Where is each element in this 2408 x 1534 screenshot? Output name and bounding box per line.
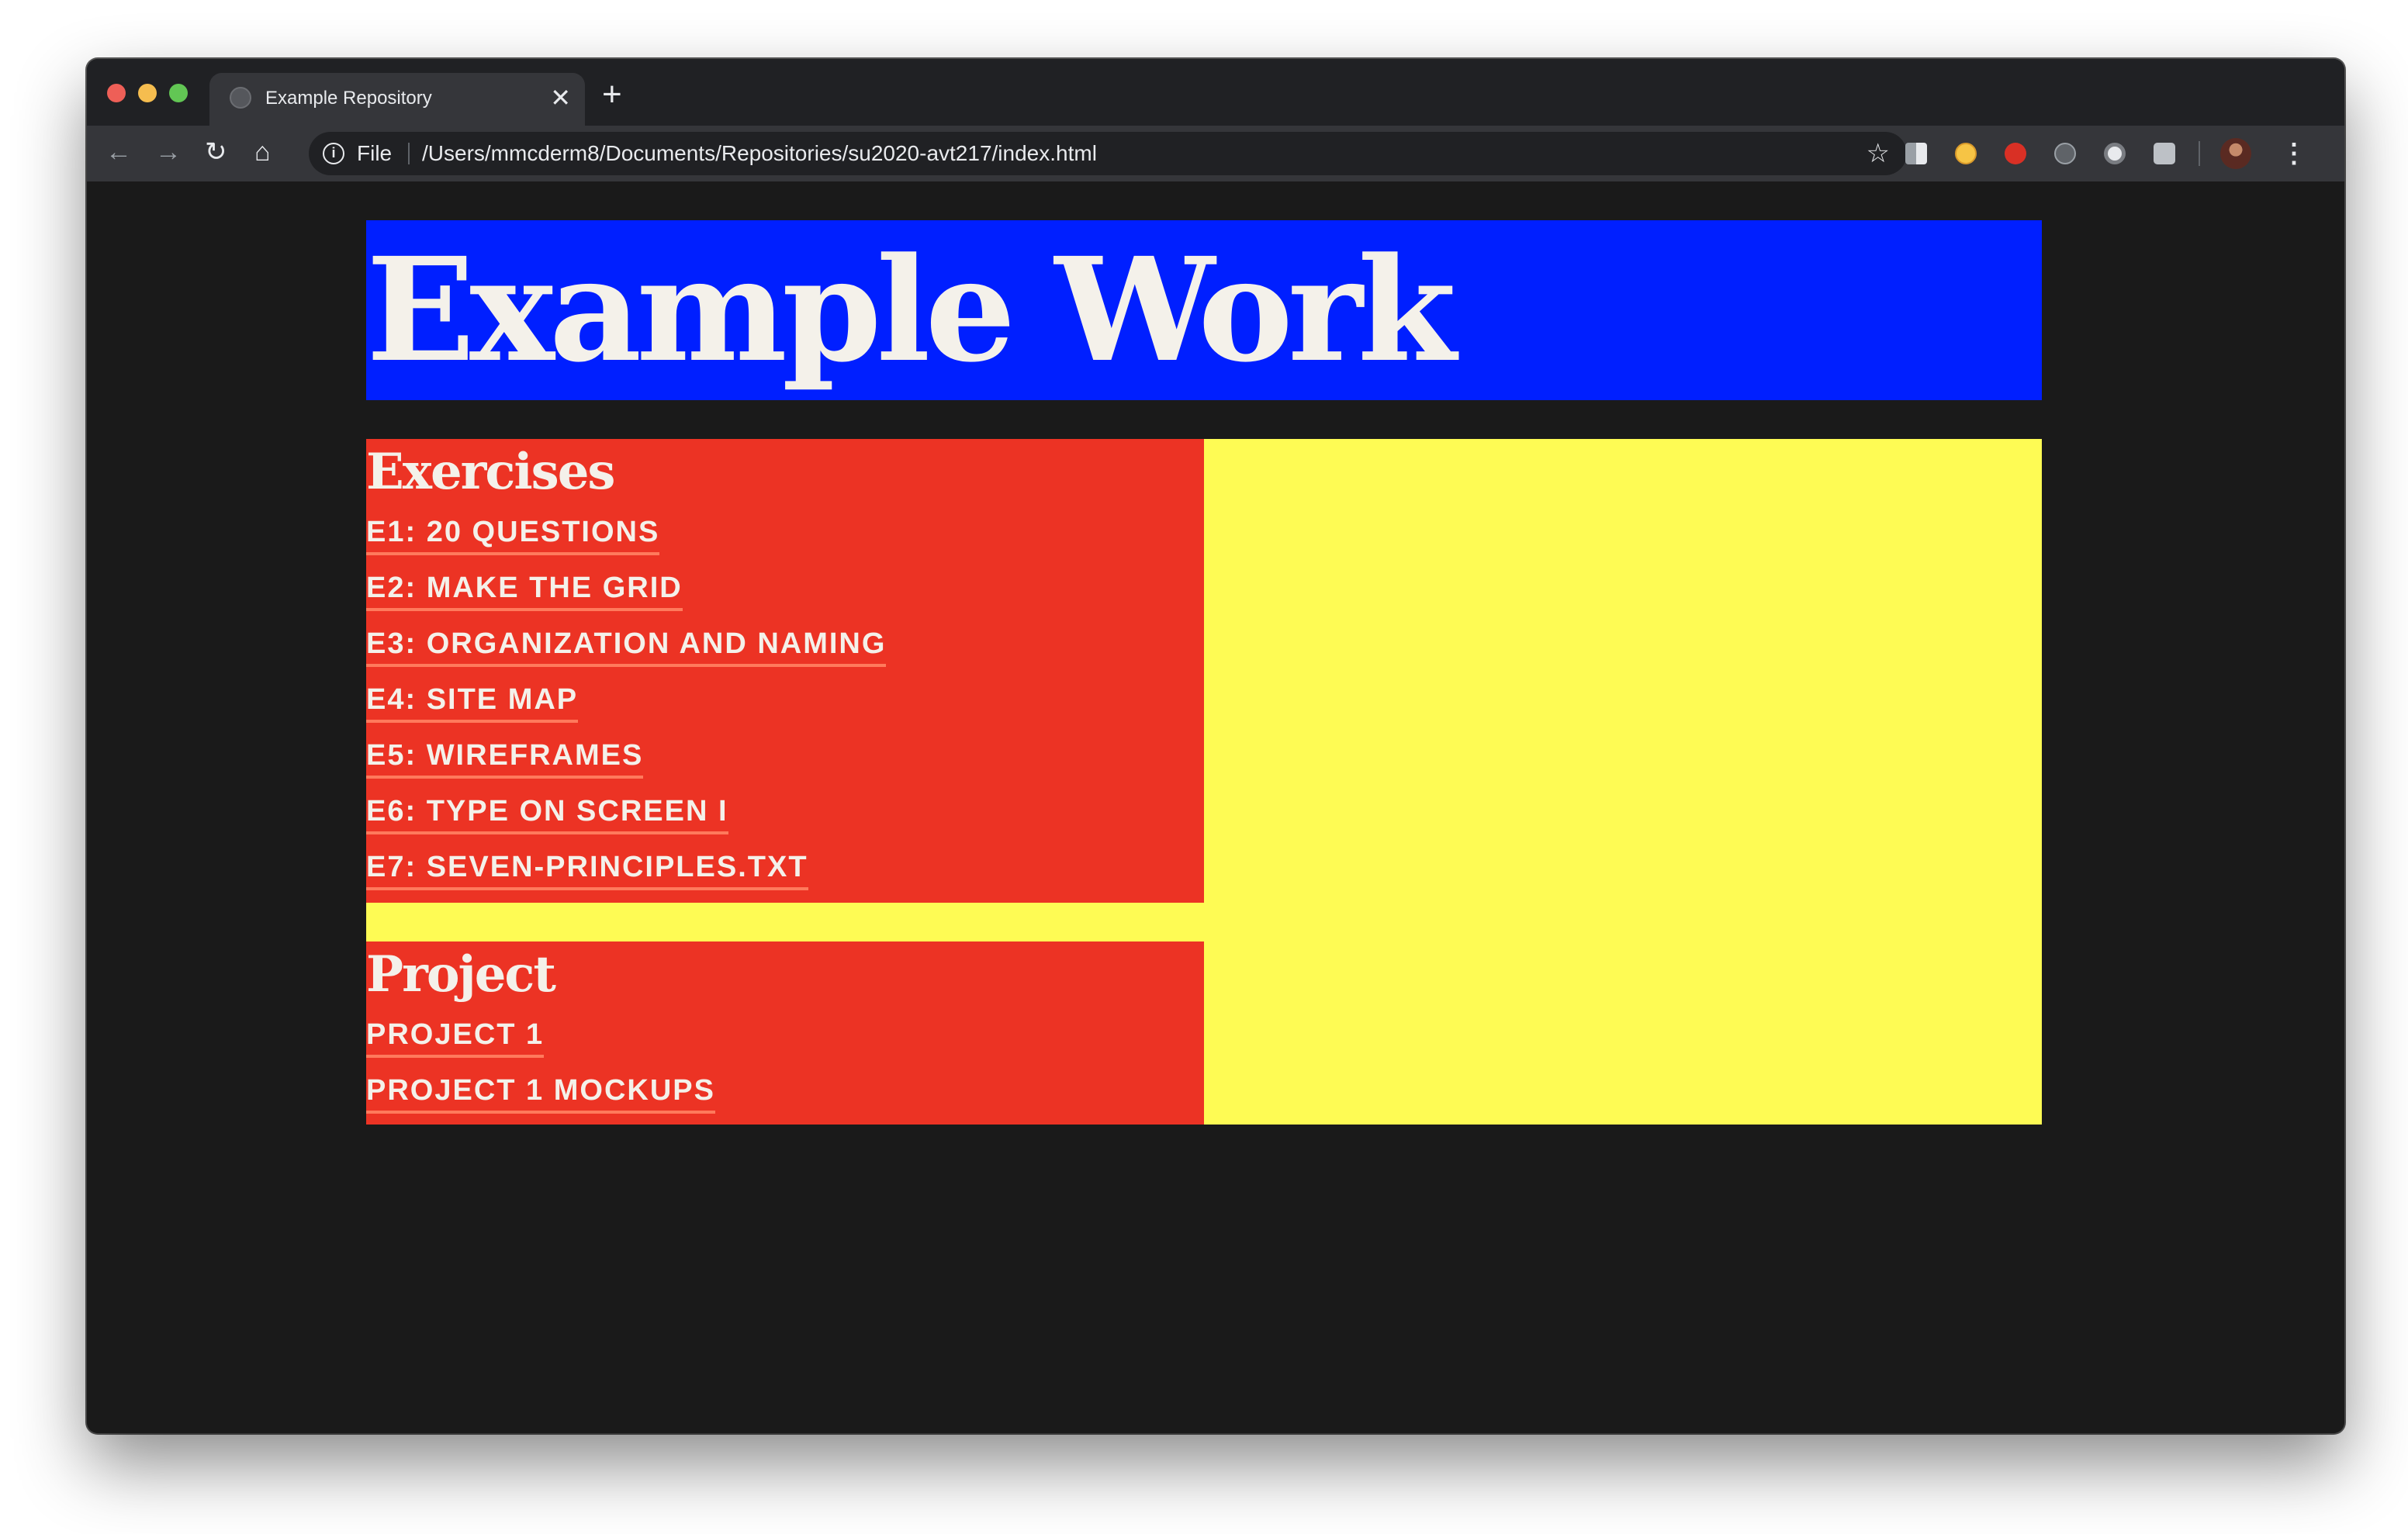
tab-strip: Example Repository ✕ + [87,59,2344,126]
list-item: PROJECT 1 [366,1008,1204,1064]
reload-button[interactable]: ↻ [205,135,227,169]
window-maximize-button[interactable] [169,84,188,102]
vpn-icon[interactable] [2054,143,2076,164]
exercises-list: E1: 20 QUESTIONS E2: MAKE THE GRID E3: O… [366,506,1204,897]
project-list: PROJECT 1 PROJECT 1 MOCKUPS [366,1008,1204,1120]
accent-panel [1204,439,2042,1125]
tab-title: Example Repository [265,88,432,109]
list-item: E6: TYPE ON SCREEN I [366,785,1204,841]
accent-gap [366,903,1204,941]
address-bar[interactable]: i File /Users/mmcderm8/Documents/Reposit… [309,132,1907,175]
exercise-link-e1[interactable]: E1: 20 QUESTIONS [366,506,660,555]
new-tab-button[interactable]: + [602,78,622,112]
globe-icon [230,87,251,109]
adblock-icon[interactable] [2005,143,2026,164]
screenshot-icon[interactable] [2154,143,2175,164]
exercise-link-e6[interactable]: E6: TYPE ON SCREEN I [366,785,728,834]
forward-button[interactable]: → [155,135,182,169]
list-item: E2: MAKE THE GRID [366,561,1204,617]
home-button[interactable]: ⌂ [254,135,271,169]
browser-menu-icon[interactable]: ⋮ [2281,136,2307,171]
window-close-button[interactable] [107,84,126,102]
record-icon[interactable] [2104,143,2126,164]
bookmark-star-icon[interactable]: ☆ [1867,140,1890,168]
close-tab-icon[interactable]: ✕ [550,84,571,112]
url-text[interactable]: /Users/mmcderm8/Documents/Repositories/s… [422,141,1097,166]
project-heading: Project [366,945,556,1004]
exercise-link-e5[interactable]: E5: WIREFRAMES [366,729,644,779]
info-icon[interactable]: i [323,143,344,164]
list-item: E3: ORGANIZATION AND NAMING [366,617,1204,673]
project-section: Project PROJECT 1 PROJECT 1 MOCKUPS [366,941,1204,1125]
browser-window: Example Repository ✕ + ← → ↻ ⌂ i File /U… [87,59,2344,1433]
list-item: PROJECT 1 MOCKUPS [366,1064,1204,1120]
list-item: E7: SEVEN-PRINCIPLES.TXT [366,841,1204,897]
profile-avatar[interactable] [2220,138,2251,169]
exercise-link-e7[interactable]: E7: SEVEN-PRINCIPLES.TXT [366,841,808,890]
window-minimize-button[interactable] [138,84,157,102]
scheme-label: File [357,141,393,165]
toolbar-divider [2199,141,2200,166]
exercises-section: Exercises E1: 20 QUESTIONS E2: MAKE THE … [366,439,1204,903]
list-item: E4: SITE MAP [366,673,1204,729]
exercise-link-e4[interactable]: E4: SITE MAP [366,673,579,723]
exercises-heading: Exercises [366,443,615,501]
project-link-1[interactable]: PROJECT 1 [366,1008,545,1058]
exercise-link-e3[interactable]: E3: ORGANIZATION AND NAMING [366,617,887,667]
page-viewport: Example Work Exercises E1: 20 QUESTIONS … [87,181,2344,1433]
list-item: E1: 20 QUESTIONS [366,506,1204,561]
extension-icon[interactable] [1905,143,1927,164]
emoji-extension-icon[interactable] [1955,143,1977,164]
divider [408,143,410,164]
project-link-1-mockups[interactable]: PROJECT 1 MOCKUPS [366,1064,715,1114]
exercise-link-e2[interactable]: E2: MAKE THE GRID [366,561,683,611]
list-item: E5: WIREFRAMES [366,729,1204,785]
tab-example-repository[interactable]: Example Repository ✕ [209,73,585,126]
browser-toolbar: ← → ↻ ⌂ i File /Users/mmcderm8/Documents… [87,126,2344,181]
site-header: Example Work [366,220,2042,400]
back-button[interactable]: ← [106,135,132,169]
page-title: Example Work [366,226,1456,394]
